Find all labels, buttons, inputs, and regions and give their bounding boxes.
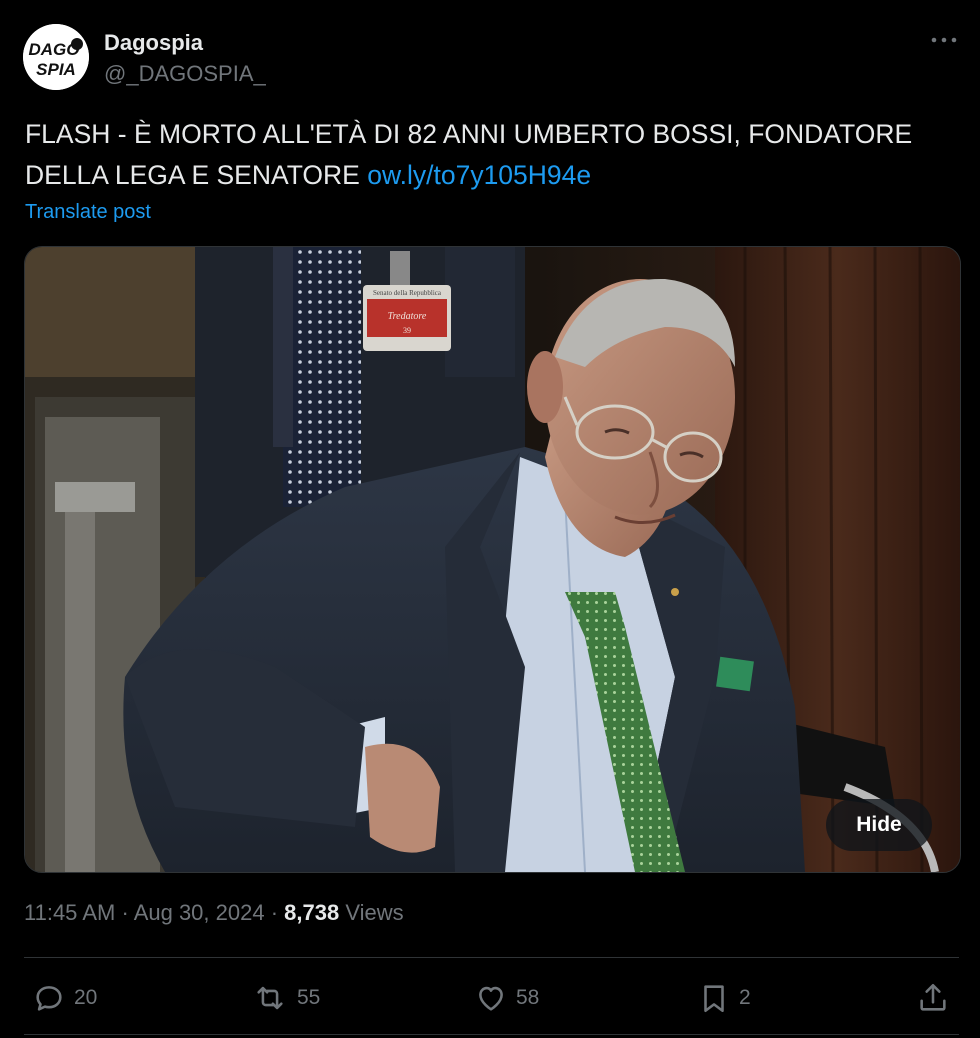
- reply-icon: [36, 986, 62, 1011]
- like-icon: [479, 986, 503, 1011]
- translate-post-link[interactable]: Translate post: [25, 201, 151, 224]
- bookmark-button[interactable]: 2: [697, 980, 751, 1016]
- share-button[interactable]: [916, 980, 958, 1016]
- badge-number: 39: [403, 326, 411, 335]
- post-text-line-2: DELLA LEGA E SENATORE ow.ly/to7y105H94e: [25, 155, 955, 196]
- author-handle[interactable]: @_DAGOSPIA_: [104, 61, 266, 87]
- post-text-line-2-text: DELLA LEGA E SENATORE: [25, 160, 368, 190]
- like-count: 58: [516, 986, 540, 1009]
- repost-icon: [257, 986, 283, 1010]
- meta-separator-2: ·: [270, 900, 279, 925]
- post-photo[interactable]: Senato della Repubblica Tredatore 39: [24, 246, 961, 873]
- post-meta: 11:45 AM · Aug 30, 2024 · 8,738 Views: [24, 900, 404, 926]
- bookmark-icon: [704, 985, 724, 1013]
- reply-button[interactable]: 20: [32, 980, 97, 1016]
- post-link[interactable]: ow.ly/to7y105H94e: [367, 160, 591, 190]
- reply-count: 20: [74, 986, 98, 1009]
- share-icon: [920, 983, 946, 1011]
- divider-top: [24, 957, 959, 958]
- badge-name: Tredatore: [388, 311, 427, 322]
- post-date[interactable]: Aug 30, 2024: [134, 900, 265, 925]
- badge-header: Senato della Repubblica: [373, 289, 442, 297]
- tweet: DAGO SPIA Dagospia @_DAGOSPIA_ FLASH - È…: [0, 0, 980, 1038]
- views-count: 8,738: [284, 900, 340, 925]
- more-icon[interactable]: [928, 30, 960, 50]
- like-button[interactable]: 58: [474, 980, 539, 1016]
- hide-button[interactable]: Hide: [826, 799, 932, 851]
- post-text: FLASH - È MORTO ALL'ETÀ DI 82 ANNI UMBER…: [25, 114, 955, 196]
- repost-button[interactable]: 55: [251, 980, 320, 1016]
- post-text-line-1: FLASH - È MORTO ALL'ETÀ DI 82 ANNI UMBER…: [25, 119, 913, 149]
- avatar[interactable]: DAGO SPIA: [23, 24, 89, 90]
- avatar-text-bottom: SPIA: [36, 60, 76, 79]
- bookmark-count: 2: [739, 986, 751, 1009]
- post-time[interactable]: 11:45 AM: [24, 900, 115, 925]
- repost-count: 55: [297, 986, 321, 1009]
- author-name[interactable]: Dagospia: [104, 30, 203, 56]
- views-label: Views: [345, 900, 404, 925]
- divider-bottom: [24, 1034, 959, 1035]
- meta-separator: ·: [121, 900, 129, 925]
